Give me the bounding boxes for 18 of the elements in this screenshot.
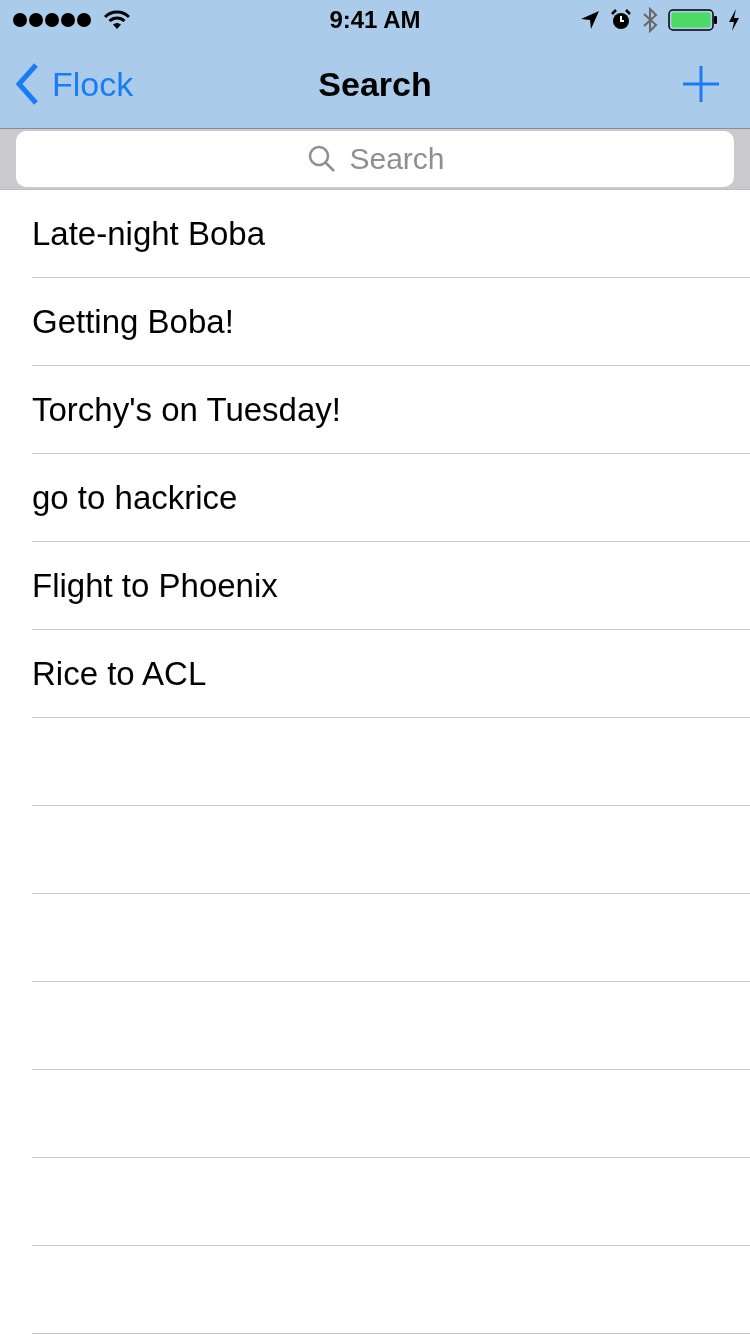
status-time: 9:41 AM bbox=[329, 6, 421, 34]
list-item[interactable]: Flight to Phoenix bbox=[32, 542, 750, 630]
search-icon bbox=[308, 145, 336, 173]
charging-bolt-icon bbox=[728, 9, 740, 31]
list-item[interactable]: Torchy's on Tuesday! bbox=[32, 366, 750, 454]
bluetooth-icon bbox=[642, 7, 658, 33]
battery-icon bbox=[668, 9, 718, 31]
chevron-left-icon bbox=[14, 62, 40, 106]
nav-title: Search bbox=[318, 64, 432, 104]
search-field[interactable]: Search bbox=[16, 131, 734, 187]
wifi-icon bbox=[104, 10, 130, 30]
location-arrow-icon bbox=[580, 10, 600, 30]
add-button[interactable] bbox=[682, 65, 720, 103]
alarm-clock-icon bbox=[610, 9, 632, 31]
list-item[interactable]: Late-night Boba bbox=[32, 190, 750, 278]
list-item[interactable]: Rice to ACL bbox=[32, 630, 750, 718]
list-item[interactable]: Getting Boba! bbox=[32, 278, 750, 366]
list-item[interactable]: go to hackrice bbox=[32, 454, 750, 542]
